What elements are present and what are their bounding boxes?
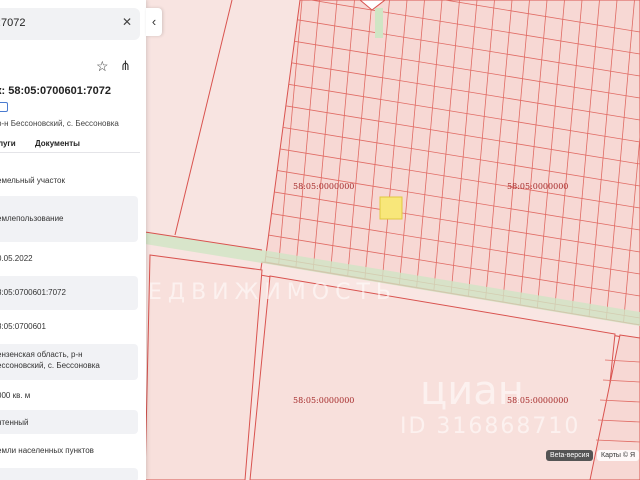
info-row: емельный участок <box>0 168 138 192</box>
info-value: емельный участок <box>0 176 65 185</box>
info-row: 0.05.2022 <box>0 248 138 270</box>
cadastral-label: 58:05:0000000 <box>293 182 354 191</box>
info-row: 8:05:0700601 <box>0 316 138 338</box>
tab-divider <box>0 152 140 153</box>
cadastral-label: 58:05:0000000 <box>507 182 568 191</box>
tab-services[interactable]: луги <box>0 139 16 148</box>
info-value: 000 кв. м <box>0 391 31 400</box>
address-text: р-н Бессоновский, с. Бессоновка <box>0 119 119 128</box>
watermark-id: ID 316868710 <box>400 414 581 439</box>
search-input[interactable]: :7072 <box>0 17 26 29</box>
info-row <box>0 468 138 480</box>
copy-icon[interactable] <box>0 102 8 112</box>
maps-attribution[interactable]: Карты © Я <box>597 450 640 461</box>
info-value: 8:05:0700601 <box>0 322 46 331</box>
beta-badge[interactable]: Beta-версия <box>546 450 594 461</box>
info-row: ензенская область, р-н ессоновский, с. Б… <box>0 344 138 380</box>
info-row: 8:05:0700601:7072 <box>0 276 138 310</box>
share-icon[interactable]: ⋔ <box>120 58 131 74</box>
info-value: нтенный <box>0 418 29 427</box>
info-value: 8:05:0700601:7072 <box>0 288 66 297</box>
info-value: емлепользование <box>0 214 64 223</box>
cadastral-label: 58:05:0000000 <box>293 396 354 405</box>
page-title: к: 58:05:0700601:7072 <box>0 85 111 97</box>
collapse-panel-button[interactable]: ‹ <box>146 8 162 36</box>
info-row: емли населенных пунктов <box>0 440 138 462</box>
selected-parcel[interactable] <box>379 196 403 220</box>
info-value: ензенская область, р-н <box>0 350 83 359</box>
info-row: емлепользование <box>0 196 138 242</box>
search-bar[interactable]: :7072 ✕ <box>0 8 140 40</box>
info-row: нтенный <box>0 410 138 434</box>
info-value: ессоновский, с. Бессоновка <box>0 361 100 370</box>
green-path <box>375 8 383 38</box>
info-value: емли населенных пунктов <box>0 446 94 455</box>
info-panel: :7072 ✕ ☆ ⋔ к: 58:05:0700601:7072 р-н Бе… <box>0 0 146 480</box>
info-row: 000 кв. м <box>0 386 138 406</box>
info-value: 0.05.2022 <box>0 254 33 263</box>
watermark: ЕДВИЖИМОСТЬ <box>148 280 397 305</box>
watermark-logo: циан <box>420 368 524 414</box>
star-icon[interactable]: ☆ <box>96 58 109 75</box>
close-icon[interactable]: ✕ <box>122 15 132 29</box>
tab-documents[interactable]: Документы <box>35 139 80 148</box>
